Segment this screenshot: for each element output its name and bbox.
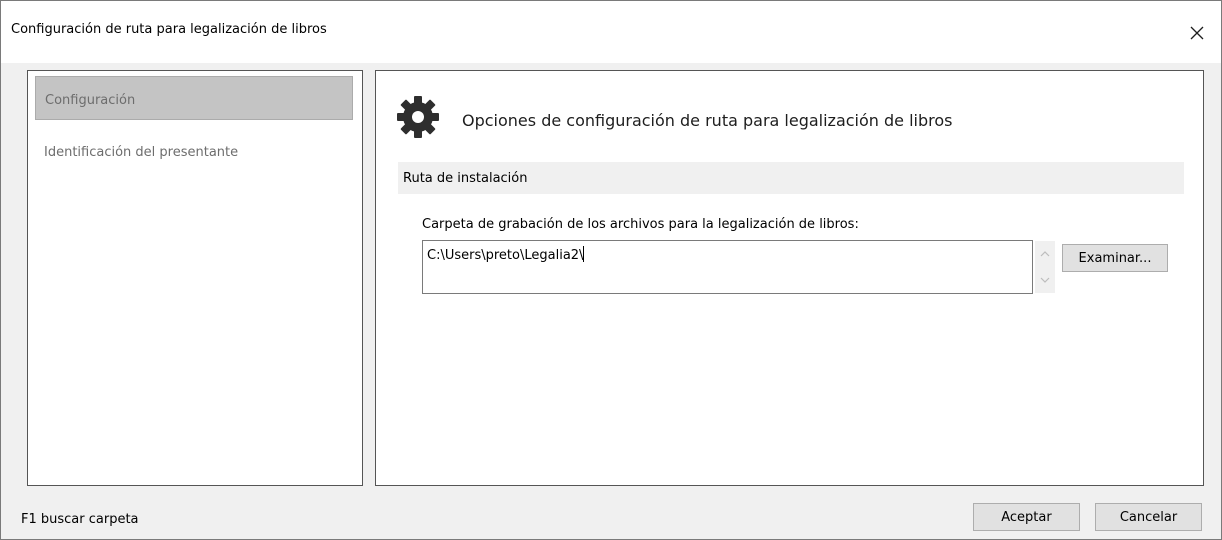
nav-item-label: Configuración [45, 93, 136, 108]
path-scrollbar[interactable] [1035, 241, 1055, 293]
dialog-window: Configuración de ruta para legalización … [0, 0, 1222, 540]
nav-item-label: Identificación del presentante [44, 145, 239, 160]
content-panel: Opciones de configuración de ruta para l… [375, 70, 1204, 486]
path-field-label: Carpeta de grabación de los archivos par… [422, 217, 859, 232]
path-value: C:\Users\preto\Legalia2\ [427, 248, 584, 263]
close-icon [1190, 26, 1204, 40]
cancel-button[interactable]: Cancelar [1095, 503, 1202, 531]
path-input[interactable]: C:\Users\preto\Legalia2\ [422, 240, 1033, 294]
browse-button[interactable]: Examinar... [1062, 244, 1168, 272]
scroll-down-button[interactable] [1035, 267, 1055, 293]
nav-item-identificacion[interactable]: Identificación del presentante [35, 129, 353, 173]
accept-button[interactable]: Aceptar [973, 503, 1080, 531]
chevron-down-icon [1040, 277, 1050, 283]
status-hint: F1 buscar carpeta [21, 512, 139, 527]
navigation-panel: Configuración Identificación del present… [27, 70, 363, 486]
close-button[interactable] [1177, 13, 1217, 53]
text-caret [583, 246, 585, 262]
window-title: Configuración de ruta para legalización … [11, 22, 327, 37]
page-heading: Opciones de configuración de ruta para l… [462, 111, 953, 130]
gear-icon [397, 96, 439, 138]
nav-item-configuracion[interactable]: Configuración [35, 76, 353, 120]
scroll-up-button[interactable] [1035, 241, 1055, 267]
section-header: Ruta de instalación [398, 162, 1184, 194]
section-title: Ruta de instalación [403, 171, 528, 186]
chevron-up-icon [1040, 251, 1050, 257]
title-bar: Configuración de ruta para legalización … [1, 1, 1221, 63]
